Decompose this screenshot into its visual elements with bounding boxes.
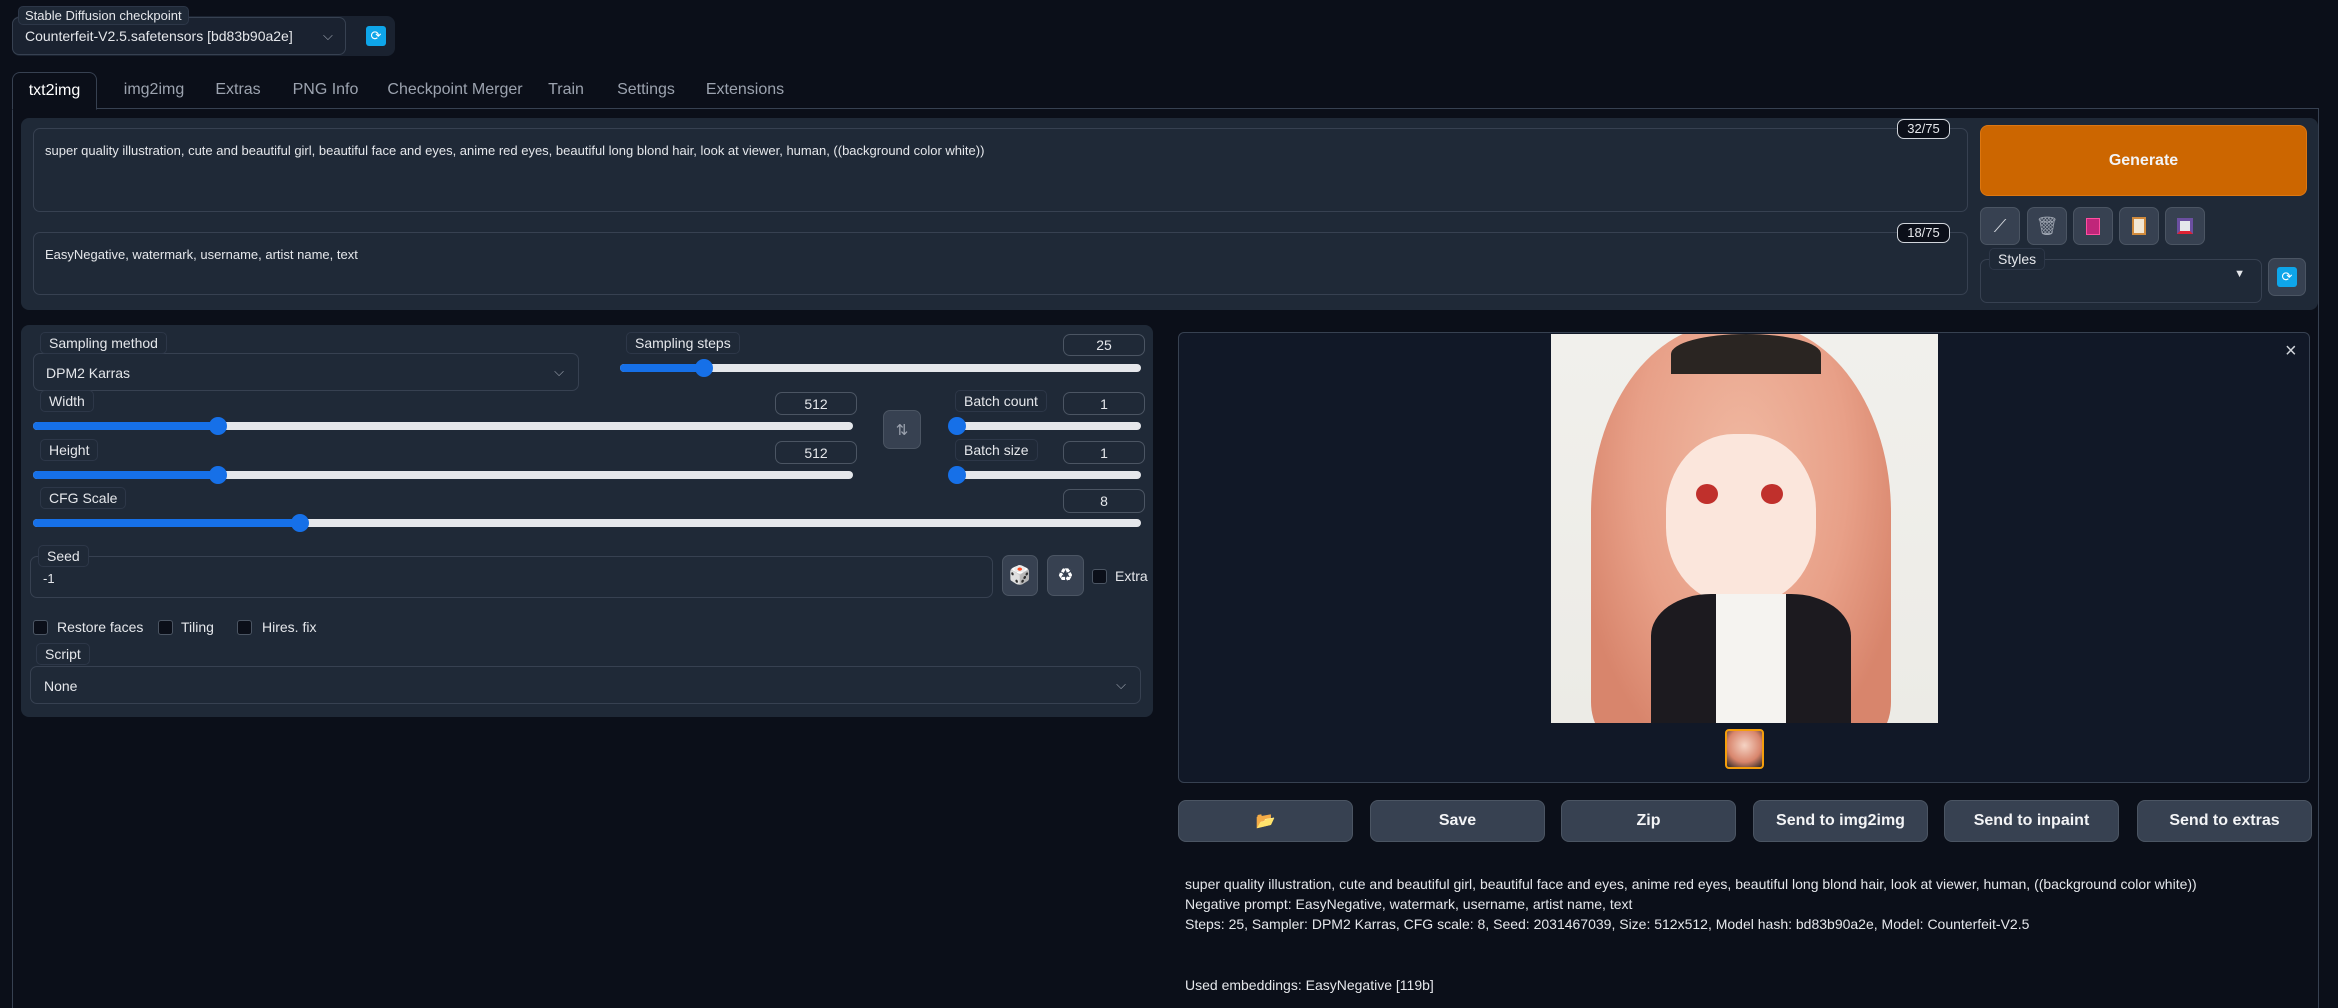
sampling-steps-slider[interactable] — [620, 359, 1141, 377]
extra-label: Extra — [1115, 568, 1148, 584]
hires-fix-checkbox[interactable] — [237, 620, 252, 635]
checkpoint-value: Counterfeit-V2.5.safetensors [bd83b90a2e… — [25, 28, 293, 44]
swap-dimensions-button[interactable]: ⇅ — [883, 410, 921, 449]
clipboard-button[interactable] — [2119, 207, 2159, 245]
batch-count-slider[interactable] — [948, 417, 1141, 435]
negative-prompt-token-counter: 18/75 — [1897, 223, 1950, 243]
height-slider[interactable] — [33, 466, 853, 484]
clipboard-icon — [2132, 217, 2146, 235]
batch-size-input[interactable]: 1 — [1063, 441, 1145, 464]
prompt-text: super quality illustration, cute and bea… — [45, 143, 985, 158]
cfg-scale-label: CFG Scale — [40, 487, 127, 509]
random-seed-button[interactable]: 🎲 — [1002, 555, 1038, 596]
generation-info-line: Steps: 25, Sampler: DPM2 Karras, CFG sca… — [1185, 916, 2030, 932]
cfg-scale-input[interactable]: 8 — [1063, 489, 1145, 513]
checkpoint-refresh-button[interactable]: ⟳ — [366, 26, 386, 46]
tab-img2img[interactable]: img2img — [112, 72, 196, 109]
slider-thumb[interactable] — [694, 359, 713, 377]
sampling-method-label: Sampling method — [40, 332, 167, 354]
styles-label: Styles — [1989, 248, 2046, 270]
seed-value: -1 — [43, 571, 55, 586]
prompt-token-counter: 32/75 — [1897, 119, 1950, 139]
reuse-seed-button[interactable]: ♻ — [1047, 555, 1084, 596]
restore-faces-label: Restore faces — [57, 619, 144, 635]
seed-input[interactable]: -1 — [30, 556, 993, 598]
refresh-icon: ⟳ — [366, 26, 386, 46]
chevron-down-icon: ⌵ — [323, 28, 333, 43]
tab-extras[interactable]: Extras — [208, 72, 268, 109]
floppy-disk-icon — [2177, 218, 2193, 234]
batch-count-input[interactable]: 1 — [1063, 392, 1145, 415]
generation-info-line: super quality illustration, cute and bea… — [1185, 876, 2197, 892]
script-label: Script — [36, 643, 90, 665]
sampling-steps-input[interactable]: 25 — [1063, 334, 1145, 356]
slider-thumb[interactable] — [948, 466, 966, 484]
chevron-down-icon: ⌵ — [554, 364, 564, 379]
recycle-icon: ♻ — [1057, 565, 1074, 585]
image-thumbnail[interactable] — [1725, 729, 1764, 769]
pencil-button[interactable]: ⟋ — [1980, 207, 2020, 245]
cfg-scale-slider[interactable] — [33, 514, 1141, 532]
save-style-button[interactable] — [2165, 207, 2205, 245]
swap-arrows-icon: ⇅ — [895, 421, 909, 439]
tab-extensions[interactable]: Extensions — [700, 72, 790, 109]
extra-checkbox[interactable] — [1092, 569, 1107, 584]
tab-settings[interactable]: Settings — [606, 72, 686, 109]
chevron-down-icon: ⌵ — [1116, 677, 1126, 692]
image-button[interactable] — [2073, 207, 2113, 245]
tab-checkpoint-merger[interactable]: Checkpoint Merger — [380, 72, 530, 109]
restore-faces-checkbox[interactable] — [33, 620, 48, 635]
height-label: Height — [40, 439, 99, 461]
tab-content-border-right — [2318, 108, 2319, 1008]
tab-content-border-left — [12, 108, 13, 1008]
output-button-send-to-img2img[interactable]: Send to img2img — [1753, 800, 1928, 842]
seed-label: Seed — [38, 545, 89, 567]
negative-prompt-text: EasyNegative, watermark, username, artis… — [45, 247, 358, 262]
pencil-icon: ⟋ — [1993, 215, 2007, 236]
output-button-send-to-inpaint[interactable]: Send to inpaint — [1944, 800, 2119, 842]
batch-count-label: Batch count — [955, 390, 1047, 412]
used-embeddings: Used embeddings: EasyNegative [119b] — [1185, 977, 1434, 993]
output-button-send-to-extras[interactable]: Send to extras — [2137, 800, 2312, 842]
sampling-method-dropdown[interactable]: DPM2 Karras ⌵ — [33, 353, 579, 391]
tiling-label: Tiling — [181, 619, 214, 635]
tab-txt2img[interactable]: txt2img — [12, 72, 97, 110]
tab-png-info[interactable]: PNG Info — [283, 72, 368, 109]
batch-size-slider[interactable] — [948, 466, 1141, 484]
close-icon[interactable]: × — [2285, 340, 2297, 363]
generate-button[interactable]: Generate — [1980, 125, 2307, 196]
sampling-method-value: DPM2 Karras — [46, 365, 131, 381]
styles-refresh-button[interactable]: ⟳ — [2268, 258, 2306, 296]
tab-train[interactable]: Train — [540, 72, 592, 109]
slider-thumb[interactable] — [948, 417, 966, 435]
script-value: None — [44, 678, 78, 694]
generated-image[interactable] — [1551, 334, 1938, 723]
generation-info-line: Negative prompt: EasyNegative, watermark… — [1185, 896, 1633, 912]
prompt-input[interactable]: super quality illustration, cute and bea… — [33, 128, 1968, 212]
trash-icon: 🗑 — [2035, 215, 2059, 236]
caret-down-icon: ▼ — [2234, 268, 2245, 280]
negative-prompt-input[interactable]: EasyNegative, watermark, username, artis… — [33, 232, 1968, 295]
output-button-save[interactable]: Save — [1370, 800, 1545, 842]
script-dropdown[interactable]: None ⌵ — [30, 666, 1141, 704]
height-input[interactable]: 512 — [775, 441, 857, 464]
width-input[interactable]: 512 — [775, 392, 857, 415]
open-folder-button[interactable]: 📂 — [1178, 800, 1353, 842]
image-icon — [2086, 217, 2100, 235]
width-label: Width — [40, 390, 94, 412]
refresh-icon: ⟳ — [2277, 267, 2297, 287]
dice-icon: 🎲 — [1008, 565, 1032, 585]
batch-size-label: Batch size — [955, 439, 1038, 461]
hires-fix-label: Hires. fix — [262, 619, 317, 635]
sampling-steps-label: Sampling steps — [626, 332, 740, 354]
width-slider[interactable] — [33, 417, 853, 435]
trash-button[interactable]: 🗑 — [2027, 207, 2067, 245]
output-button-zip[interactable]: Zip — [1561, 800, 1736, 842]
tiling-checkbox[interactable] — [158, 620, 173, 635]
checkpoint-label: Stable Diffusion checkpoint — [18, 6, 189, 25]
